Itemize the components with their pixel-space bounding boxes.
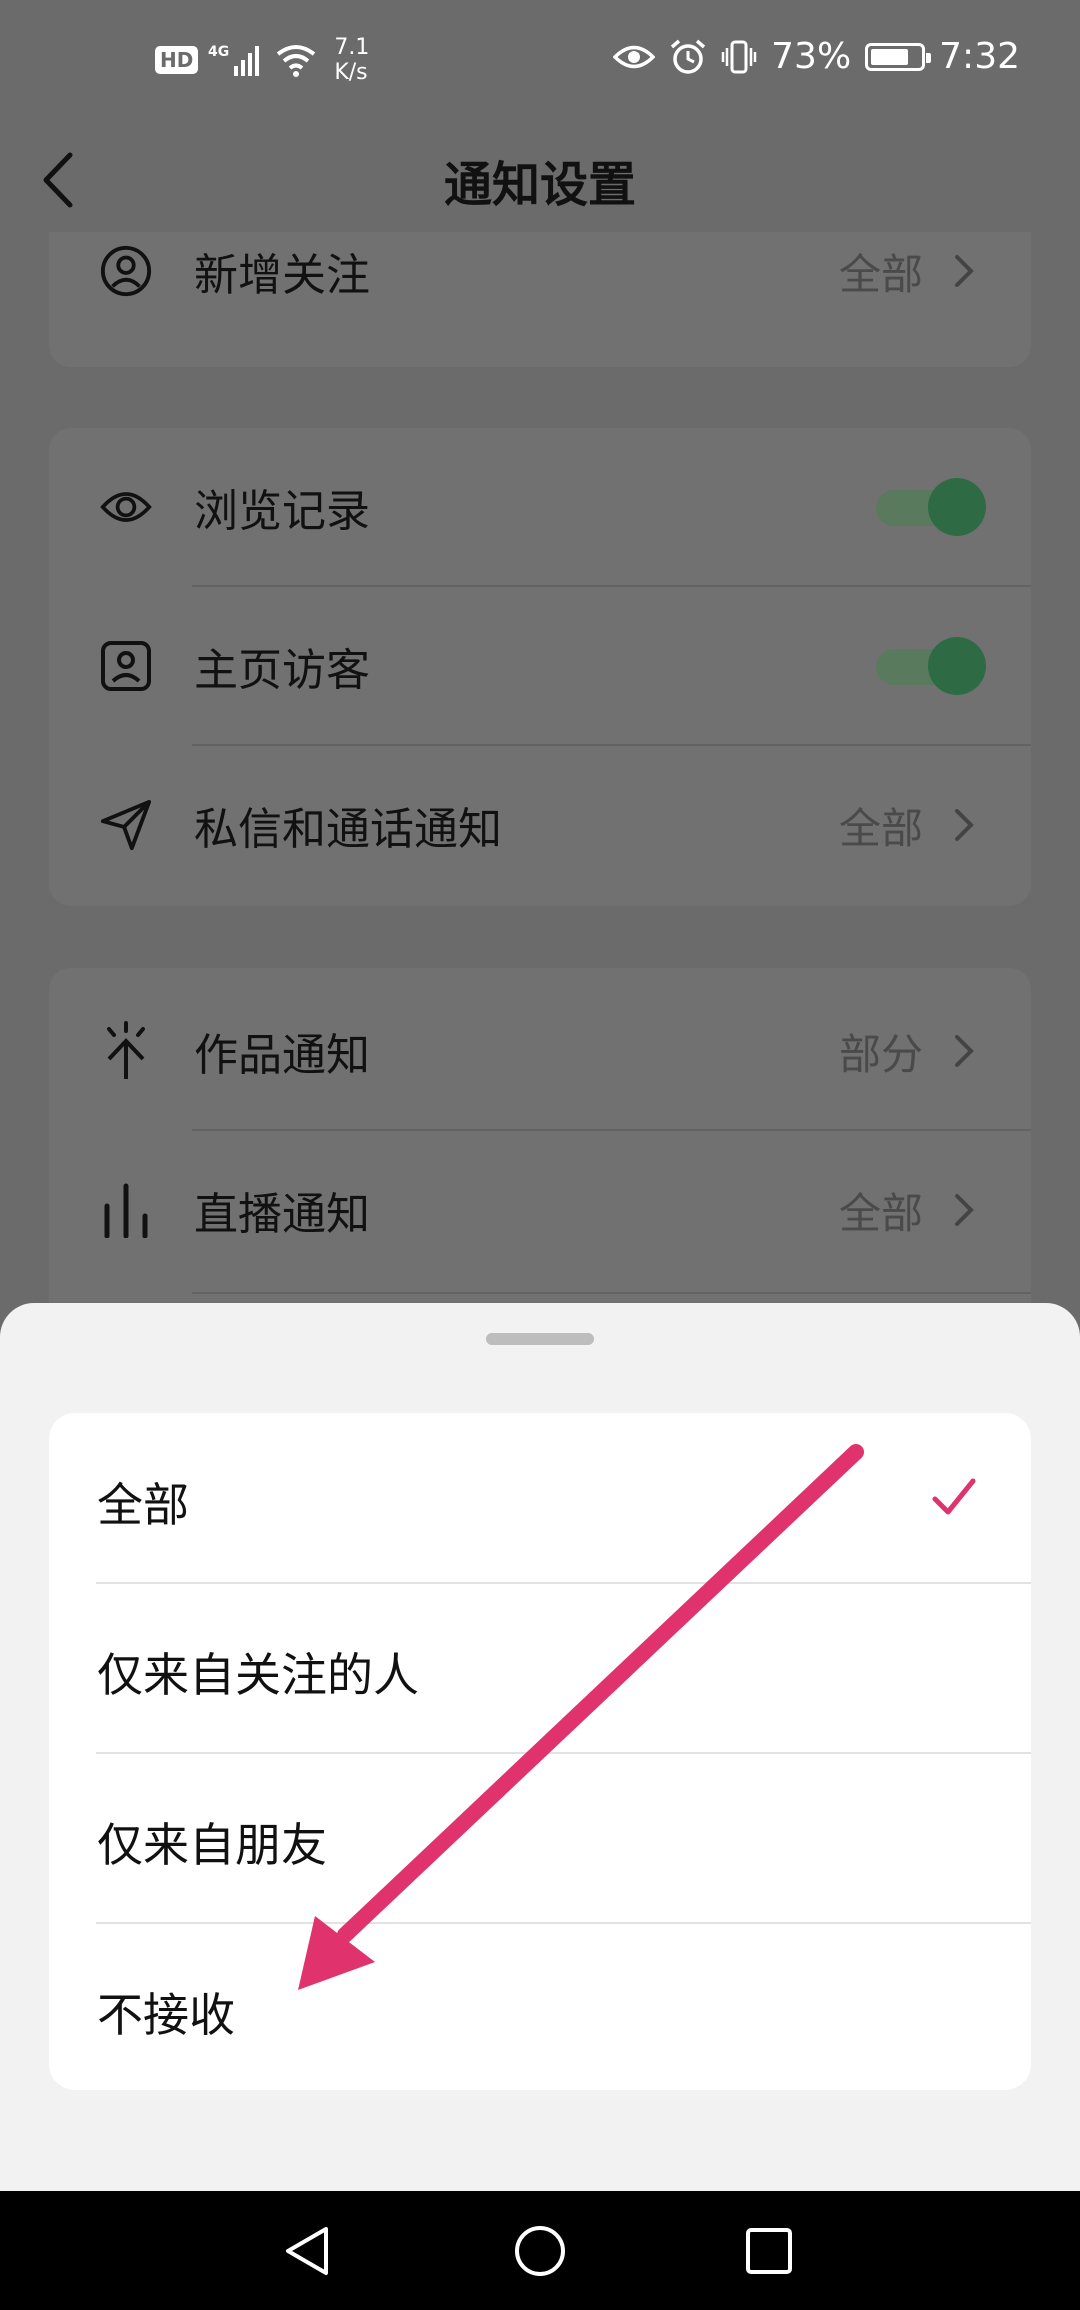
row-browse-history: 浏览记录 xyxy=(49,428,1031,586)
row-new-follow[interactable]: 新增关注 全部 xyxy=(49,192,1031,350)
spark-icon xyxy=(99,1021,153,1079)
row-label: 作品通知 xyxy=(194,1030,370,1081)
row-live-notify[interactable]: 直播通知 全部 xyxy=(49,1131,1031,1289)
browse-history-toggle[interactable] xyxy=(876,478,986,536)
network-type: 4G xyxy=(208,44,229,60)
status-left: HD 4G 7.1 K/s xyxy=(155,35,369,85)
alarm-icon xyxy=(671,39,706,74)
chevron-right-icon xyxy=(955,809,974,841)
card-privacy: 浏览记录 主页访客 私信和通话通知 全部 xyxy=(49,428,1031,906)
option-label: 不接收 xyxy=(97,1988,235,2042)
nav-back-button[interactable] xyxy=(263,2213,353,2289)
row-label: 直播通知 xyxy=(194,1189,370,1240)
back-triangle-icon xyxy=(286,2227,328,2275)
checkmark-icon xyxy=(932,1478,976,1515)
bottom-sheet: 全部 仅来自关注的人 仅来自朋友 不接收 xyxy=(0,1303,1080,2191)
network-speed: 7.1 K/s xyxy=(334,35,369,85)
speed-value: 7.1 xyxy=(334,35,370,60)
nav-recents-button[interactable] xyxy=(724,2213,814,2289)
profile-icon xyxy=(99,639,153,693)
home-circle-icon xyxy=(515,2226,565,2276)
chevron-right-icon xyxy=(955,1194,974,1226)
option-all[interactable]: 全部 xyxy=(49,1413,1031,1582)
system-nav-bar xyxy=(0,2191,1080,2310)
status-right: 73% 7:32 xyxy=(613,36,1020,77)
chevron-right-icon xyxy=(955,255,974,287)
recents-square-icon xyxy=(746,2228,792,2274)
divider xyxy=(192,1292,1031,1294)
row-works-notify[interactable]: 作品通知 部分 xyxy=(49,972,1031,1130)
nav-home-button[interactable] xyxy=(495,2213,585,2289)
option-friends-only[interactable]: 仅来自朋友 xyxy=(49,1753,1031,1922)
row-value: 全部 xyxy=(838,1188,923,1238)
battery-icon xyxy=(865,42,932,71)
speed-unit: K/s xyxy=(334,60,368,85)
row-label: 新增关注 xyxy=(194,250,370,301)
send-icon xyxy=(99,798,153,852)
clock: 7:32 xyxy=(939,36,1020,77)
profile-visitors-toggle[interactable] xyxy=(876,637,986,695)
row-profile-visitors: 主页访客 xyxy=(49,587,1031,745)
row-label: 私信和通话通知 xyxy=(194,804,502,855)
status-bar: HD 4G 7.1 K/s 73% 7:32 xyxy=(0,0,1080,125)
eye-icon xyxy=(613,45,656,68)
row-messages-calls[interactable]: 私信和通话通知 全部 xyxy=(49,746,1031,904)
card-follow: 新增关注 全部 xyxy=(49,232,1031,367)
row-value: 全部 xyxy=(838,803,923,853)
bars-icon xyxy=(99,1183,153,1238)
vibrate-icon xyxy=(721,40,757,73)
row-value: 全部 xyxy=(838,249,923,299)
row-label: 浏览记录 xyxy=(194,486,370,537)
wifi-icon xyxy=(277,45,316,77)
user-circle-icon xyxy=(99,244,153,298)
row-value: 部分 xyxy=(838,1029,923,1079)
battery-percent: 73% xyxy=(771,36,852,77)
eye-icon xyxy=(99,480,153,534)
sheet-grabber[interactable] xyxy=(486,1333,594,1345)
option-label: 全部 xyxy=(97,1478,189,1532)
row-label: 主页访客 xyxy=(194,645,370,696)
option-label: 仅来自关注的人 xyxy=(97,1648,419,1702)
option-following-only[interactable]: 仅来自关注的人 xyxy=(49,1583,1031,1752)
option-label: 仅来自朋友 xyxy=(97,1818,327,1872)
option-list: 全部 仅来自关注的人 仅来自朋友 不接收 xyxy=(49,1413,1031,2090)
option-none[interactable]: 不接收 xyxy=(49,1923,1031,2090)
signal-icon: 4G xyxy=(208,44,260,76)
hd-badge: HD xyxy=(155,46,199,74)
chevron-right-icon xyxy=(955,1035,974,1067)
